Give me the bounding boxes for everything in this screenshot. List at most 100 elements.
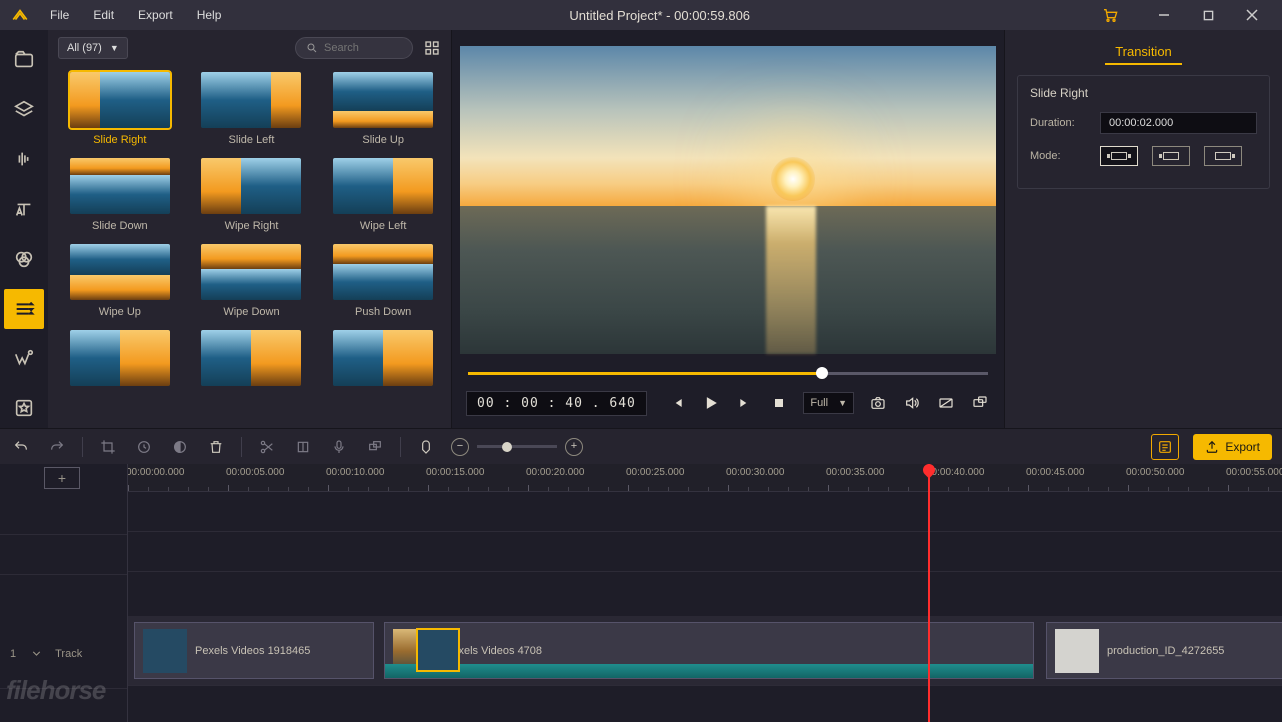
redo-button[interactable] (46, 436, 68, 458)
preview-timecode: 00 : 00 : 40 . 640 (466, 391, 647, 416)
preview-viewer[interactable] (460, 46, 996, 354)
transition-item[interactable]: Slide Down (56, 158, 184, 232)
transition-item[interactable]: Push Down (319, 244, 447, 318)
zoom-out-button[interactable]: − (451, 438, 469, 456)
mode-overlap-button[interactable] (1100, 146, 1138, 166)
clip-thumb (1055, 629, 1099, 673)
play-button[interactable] (701, 393, 721, 413)
timeline-playhead[interactable] (928, 464, 930, 722)
prev-frame-button[interactable] (667, 393, 687, 413)
search-input[interactable] (324, 42, 394, 54)
timeline-clip[interactable]: Pexels Videos 1918465 (134, 622, 374, 679)
window-minimize-button[interactable] (1142, 0, 1186, 30)
ruler-label: 00:00:55.000 (1226, 467, 1282, 478)
transitions-search[interactable] (295, 37, 413, 59)
aspect-button[interactable] (936, 393, 956, 413)
transition-item[interactable] (56, 330, 184, 386)
audio-tab-icon[interactable] (4, 140, 44, 180)
transition-item[interactable]: Wipe Down (188, 244, 316, 318)
timeline-clip[interactable]: production_ID_4272655 (1046, 622, 1282, 679)
timeline-track-empty-2[interactable] (128, 532, 1282, 572)
properties-tab-transition[interactable]: Transition (1105, 40, 1182, 65)
zoom-slider[interactable] (477, 445, 557, 448)
transitions-tab-icon[interactable] (4, 289, 44, 329)
transition-item[interactable]: Wipe Left (319, 158, 447, 232)
crop-button[interactable] (97, 436, 119, 458)
transition-label: Wipe Up (99, 306, 141, 318)
store-icon[interactable] (1088, 0, 1132, 30)
media-tab-icon[interactable] (4, 40, 44, 80)
add-track-button[interactable]: + (44, 467, 80, 489)
next-frame-button[interactable] (735, 393, 755, 413)
preview-progress-slider[interactable] (460, 362, 996, 384)
export-label: Export (1225, 440, 1260, 454)
menu-help[interactable]: Help (187, 4, 232, 26)
transition-label: Slide Down (92, 220, 148, 232)
transition-item[interactable]: Wipe Right (188, 158, 316, 232)
transition-thumb (70, 158, 170, 214)
timeline-video-track[interactable]: Pexels Videos 1918465Pexels Videos 4708p… (128, 616, 1282, 686)
transition-item[interactable]: Slide Up (319, 72, 447, 146)
timeline-transition-marker[interactable] (416, 628, 460, 672)
search-icon (306, 42, 318, 54)
window-maximize-button[interactable] (1186, 0, 1230, 30)
transition-item[interactable] (188, 330, 316, 386)
ruler-label: 00:00:30.000 (726, 467, 784, 478)
transitions-filter-dropdown[interactable]: All (97) ▼ (58, 37, 128, 59)
color-button[interactable] (169, 436, 191, 458)
transition-item[interactable]: Slide Right (56, 72, 184, 146)
playback-bar: 00 : 00 : 40 . 640 Full ▼ (460, 384, 996, 422)
undo-button[interactable] (10, 436, 32, 458)
window-title: Untitled Project* - 00:00:59.806 (231, 8, 1088, 23)
timeline-ruler[interactable]: 00:00:00.00000:00:05.00000:00:10.00000:0… (128, 464, 1282, 492)
stop-button[interactable] (769, 393, 789, 413)
favorites-tab-icon[interactable] (4, 388, 44, 428)
menu-file[interactable]: File (40, 4, 79, 26)
transition-thumb (70, 244, 170, 300)
group-button[interactable] (364, 436, 386, 458)
snapshot-button[interactable] (868, 393, 888, 413)
ruler-label: 00:00:50.000 (1126, 467, 1184, 478)
delete-button[interactable] (205, 436, 227, 458)
layers-tab-icon[interactable] (4, 90, 44, 130)
menu-bar: File Edit Export Help (40, 4, 231, 26)
menu-edit[interactable]: Edit (83, 4, 124, 26)
export-button[interactable]: Export (1193, 434, 1272, 460)
voiceover-button[interactable] (328, 436, 350, 458)
marker-button[interactable] (415, 436, 437, 458)
elements-tab-icon[interactable] (4, 339, 44, 379)
grid-view-icon[interactable] (423, 39, 441, 57)
transition-label: Wipe Left (360, 220, 406, 232)
volume-button[interactable] (902, 393, 922, 413)
split-button[interactable] (256, 436, 278, 458)
freeze-button[interactable] (292, 436, 314, 458)
transition-item[interactable]: Slide Left (188, 72, 316, 146)
detach-preview-button[interactable] (970, 393, 990, 413)
preview-quality-dropdown[interactable]: Full ▼ (803, 392, 854, 414)
transition-label: Wipe Right (225, 220, 279, 232)
transition-thumb (201, 244, 301, 300)
export-icon (1205, 440, 1219, 454)
video-track-header[interactable]: 1 Track (0, 619, 127, 689)
track-label: Track (55, 648, 82, 660)
zoom-in-button[interactable]: + (565, 438, 583, 456)
speed-button[interactable] (133, 436, 155, 458)
transition-item[interactable] (319, 330, 447, 386)
mode-suffix-button[interactable] (1204, 146, 1242, 166)
transition-thumb (70, 330, 170, 386)
mode-prefix-button[interactable] (1152, 146, 1190, 166)
window-close-button[interactable] (1230, 0, 1274, 30)
text-tab-icon[interactable] (4, 189, 44, 229)
transition-item[interactable]: Wipe Up (56, 244, 184, 318)
filters-tab-icon[interactable] (4, 239, 44, 279)
duration-input[interactable]: 00:00:02.000 (1100, 112, 1257, 134)
timeline-clip[interactable]: Pexels Videos 4708 (384, 622, 1034, 679)
menu-export[interactable]: Export (128, 4, 183, 26)
auto-tools-button[interactable] (1151, 434, 1179, 460)
chevron-down-icon: ▼ (110, 43, 119, 53)
timeline-track-empty-1[interactable] (128, 492, 1282, 532)
transition-label: Wipe Down (223, 306, 279, 318)
ruler-label: 00:00:05.000 (226, 467, 284, 478)
ruler-label: 00:00:00.000 (128, 467, 184, 478)
duration-label: Duration: (1030, 117, 1088, 129)
